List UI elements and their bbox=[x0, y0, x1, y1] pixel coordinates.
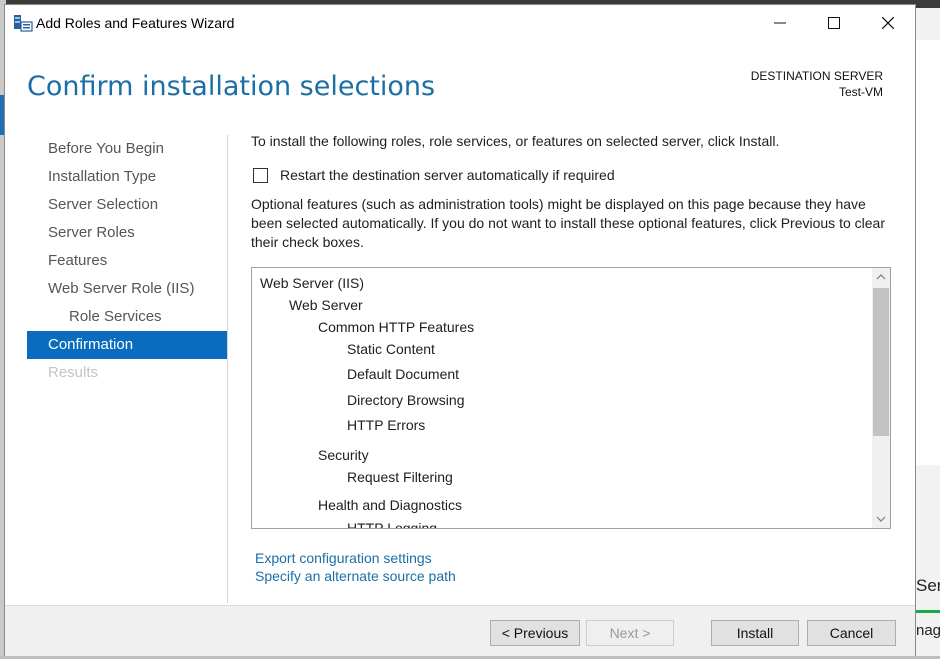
background-panel bbox=[916, 40, 940, 465]
wizard-footer: < Previous Next > Install Cancel bbox=[5, 605, 915, 656]
background-text: Ser bbox=[916, 576, 940, 595]
nav-divider bbox=[227, 135, 228, 603]
background-text: nag bbox=[916, 622, 940, 639]
list-item: Common HTTP Features bbox=[318, 319, 475, 335]
list-item: Request Filtering bbox=[347, 469, 453, 485]
nav-item-web-server-role[interactable]: Web Server Role (IIS) bbox=[27, 275, 227, 303]
wizard-header: Confirm installation selections DESTINAT… bbox=[5, 41, 915, 123]
list-item: Security bbox=[318, 447, 369, 463]
action-links: Export configuration settings Specify an… bbox=[255, 549, 456, 585]
wizard-nav: Before You Begin Installation Type Serve… bbox=[27, 135, 227, 387]
background-window-right: Ser nag bbox=[916, 0, 940, 659]
list-item: HTTP Errors bbox=[347, 417, 426, 433]
list-item: Web Server bbox=[289, 297, 363, 313]
nav-item-confirmation[interactable]: Confirmation bbox=[27, 331, 227, 359]
selections-list[interactable]: Web Server (IIS) Web Server Common HTTP … bbox=[251, 267, 891, 529]
export-configuration-link[interactable]: Export configuration settings bbox=[255, 549, 456, 567]
maximize-icon bbox=[828, 17, 840, 29]
close-button[interactable] bbox=[865, 5, 911, 41]
restart-checkbox[interactable] bbox=[253, 167, 268, 183]
wizard-window: Add Roles and Features Wizard Confirm in… bbox=[4, 4, 916, 656]
destination-server-label: DESTINATION SERVER bbox=[750, 69, 883, 83]
background-progress-line bbox=[916, 610, 940, 613]
list-item: Static Content bbox=[347, 341, 435, 357]
previous-button[interactable]: < Previous bbox=[490, 620, 580, 646]
restart-checkbox-label[interactable]: Restart the destination server automatic… bbox=[280, 167, 615, 183]
install-button[interactable]: Install bbox=[711, 620, 799, 646]
list-item: HTTP Logging bbox=[347, 520, 438, 529]
nav-item-installation-type[interactable]: Installation Type bbox=[27, 163, 227, 191]
nav-item-role-services[interactable]: Role Services bbox=[27, 303, 227, 331]
minimize-button[interactable] bbox=[757, 5, 803, 41]
nav-item-before-you-begin[interactable]: Before You Begin bbox=[27, 135, 227, 163]
maximize-button[interactable] bbox=[811, 5, 857, 41]
server-manager-icon bbox=[14, 15, 33, 32]
destination-server-name: Test-VM bbox=[838, 85, 883, 99]
cancel-button[interactable]: Cancel bbox=[807, 620, 896, 646]
nav-item-server-roles[interactable]: Server Roles bbox=[27, 219, 227, 247]
list-item: Web Server (IIS) bbox=[260, 275, 364, 291]
nav-item-server-selection[interactable]: Server Selection bbox=[27, 191, 227, 219]
background-topbar bbox=[916, 0, 940, 8]
scrollbar-thumb[interactable] bbox=[873, 288, 889, 436]
alternate-source-path-link[interactable]: Specify an alternate source path bbox=[255, 567, 456, 585]
scroll-up-arrow-icon[interactable] bbox=[872, 268, 890, 286]
nav-item-features[interactable]: Features bbox=[27, 247, 227, 275]
list-item: Directory Browsing bbox=[347, 392, 465, 408]
optional-features-note: Optional features (such as administratio… bbox=[251, 196, 885, 250]
minimize-icon bbox=[774, 22, 786, 24]
next-button: Next > bbox=[586, 620, 674, 646]
close-icon bbox=[882, 17, 894, 29]
intro-text: To install the following roles, role ser… bbox=[251, 133, 780, 149]
content-pane: To install the following roles, role ser… bbox=[251, 133, 891, 529]
vertical-scrollbar[interactable] bbox=[872, 268, 890, 528]
scroll-down-arrow-icon[interactable] bbox=[872, 510, 890, 528]
window-title: Add Roles and Features Wizard bbox=[36, 15, 235, 31]
restart-option[interactable]: Restart the destination server automatic… bbox=[251, 167, 615, 183]
page-title: Confirm installation selections bbox=[27, 71, 436, 102]
list-item: Health and Diagnostics bbox=[318, 497, 462, 513]
list-item: Default Document bbox=[347, 366, 460, 382]
nav-item-results: Results bbox=[48, 364, 99, 381]
title-bar[interactable]: Add Roles and Features Wizard bbox=[5, 5, 915, 41]
